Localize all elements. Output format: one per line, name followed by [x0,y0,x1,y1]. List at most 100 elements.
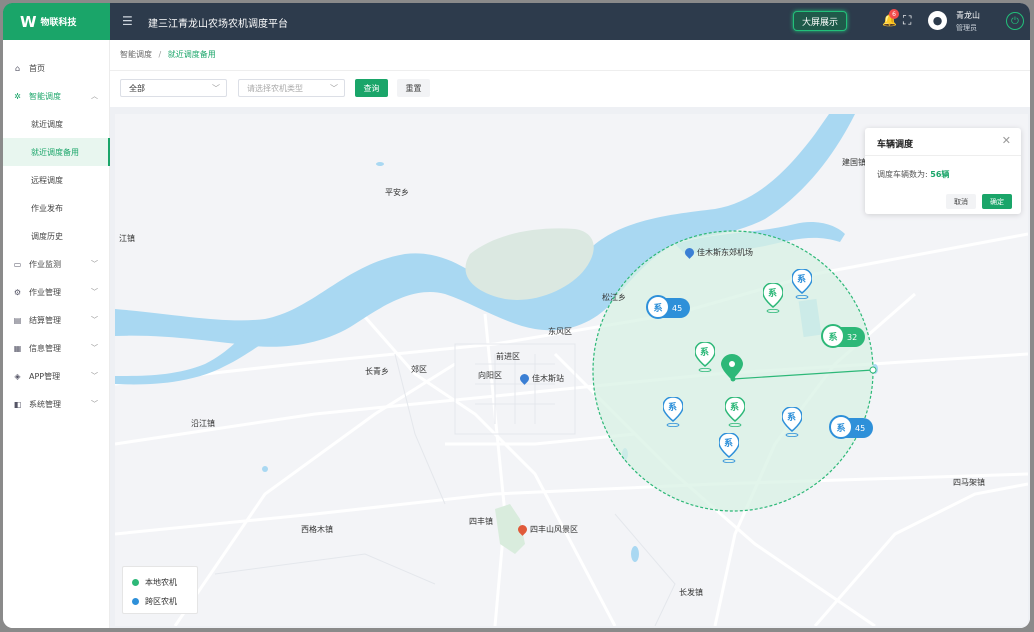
machine-marker-local[interactable]: 系 [762,282,784,314]
dialog-count-text: 调度车辆数为: 56辆 [877,169,949,180]
map-legend: 本地农机 跨区农机 [122,566,198,614]
cluster-cross-region[interactable]: 系 45 [646,295,691,319]
chevron-down-icon: ﹀ [91,288,98,296]
reset-button[interactable]: 重置 [397,79,430,97]
avatar[interactable]: ● [928,11,947,30]
marker-glyph: 系 [821,324,845,348]
sidebar-subitem-dispatch-history[interactable]: 调度历史 [3,222,110,250]
ledger-icon: ▤ [13,315,22,325]
divider [110,70,1030,71]
system-title: 建三江青龙山农场农机调度平台 [148,19,288,30]
logo: W 物联科技 [3,3,110,40]
sidebar-item-home[interactable]: ⌂ 首页 [3,54,110,82]
sidebar-subitem-label: 就近调度 [31,119,63,129]
sidebar-item-label: APP管理 [29,371,61,381]
fullscreen-icon[interactable]: ⛶ [903,13,911,28]
machine-marker-local[interactable]: 系 [694,341,716,373]
marker-glyph: 系 [768,289,778,299]
sidebar-item-label: 结算管理 [29,315,61,325]
sidebar-item-app[interactable]: ◈ APP管理 ﹀ [3,362,110,390]
sidebar-item-job-monitor[interactable]: ▭ 作业监测 ﹀ [3,250,110,278]
machine-marker-cross[interactable]: 系 [791,268,813,300]
machine-type-placeholder: 请选择农机类型 [247,83,303,93]
menu-toggle-icon[interactable]: ☰ [122,14,133,28]
monitor-icon: ▭ [13,259,22,269]
sidebar-item-job-manage[interactable]: ⚙ 作业管理 ﹀ [3,278,110,306]
chevron-down-icon: ﹀ [91,316,98,324]
sidebar-item-info[interactable]: ▦ 信息管理 ﹀ [3,334,110,362]
marker-glyph: 系 [797,275,807,285]
dialog-title: 车辆调度 [877,140,914,150]
machine-type-select[interactable]: 请选择农机类型 ﹀ [238,79,345,97]
sidebar-subitem-label: 就近调度备用 [31,147,79,157]
user-name[interactable]: 青龙山 [956,10,980,21]
sidebar-item-settlement[interactable]: ▤ 结算管理 ﹀ [3,306,110,334]
sidebar-subitem-nearby-dispatch[interactable]: 就近调度 [3,110,110,138]
sidebar-subitem-label: 远程调度 [31,175,63,185]
dispatch-icon: ✲ [14,91,21,101]
top-header: W 物联科技 ☰ 建三江青龙山农场农机调度平台 大屏展示 🔔 6 ⛶ ● 青龙山… [3,3,1030,40]
marker-glyph: 系 [668,403,678,413]
shield-icon: ◈ [14,371,21,381]
sidebar-item-smart-dispatch[interactable]: ✲ 智能调度 ︿ [3,82,110,110]
region-select-value: 全部 [129,83,145,93]
legend-label: 本地农机 [145,578,177,587]
marker-glyph: 系 [724,439,734,449]
sidebar-item-label: 首页 [29,63,45,73]
marker-glyph: 系 [700,348,710,358]
cluster-count: 45 [672,303,683,313]
legend-swatch-local [132,579,139,586]
marker-glyph: 系 [787,413,797,423]
legend-item-local: 本地农机 [132,577,177,588]
sidebar-subitem-remote-dispatch[interactable]: 远程调度 [3,166,110,194]
sidebar-item-label: 智能调度 [29,91,61,101]
machine-marker-cross[interactable]: 系 [718,432,740,464]
chevron-down-icon: ﹀ [91,260,98,268]
breadcrumb-separator: / [158,50,162,59]
cluster-local[interactable]: 系 32 [821,324,866,348]
machine-marker-cross[interactable]: 系 [781,406,803,438]
cluster-count: 45 [855,423,866,433]
query-button[interactable]: 查询 [355,79,388,97]
cancel-button[interactable]: 取消 [946,194,976,209]
home-icon: ⌂ [14,63,21,73]
machine-marker-cross[interactable]: 系 [662,396,684,428]
chevron-down-icon: ﹀ [91,344,98,352]
region-select[interactable]: 全部 ﹀ [120,79,227,97]
breadcrumb: 智能调度 / 就近调度备用 [120,49,216,60]
machine-marker-local[interactable]: 系 [724,396,746,428]
chevron-up-icon: ︿ [91,92,98,100]
logo-mark: W [20,12,37,31]
sidebar-item-label: 作业监测 [29,259,61,269]
chevron-down-icon: ﹀ [212,84,220,93]
logo-text: 物联科技 [40,18,77,28]
app-frame: W 物联科技 ☰ 建三江青龙山农场农机调度平台 大屏展示 🔔 6 ⛶ ● 青龙山… [3,3,1030,628]
sidebar-subitem-label: 调度历史 [31,231,63,241]
power-icon[interactable]: ⏻ [1006,12,1024,30]
chevron-down-icon: ﹀ [330,84,338,93]
system-icon: ◧ [13,399,22,409]
marker-glyph: 系 [730,403,740,413]
sidebar-subitem-job-publish[interactable]: 作业发布 [3,194,110,222]
info-icon: ▦ [13,343,22,353]
sidebar-item-label: 系统管理 [29,399,61,409]
chevron-down-icon: ﹀ [91,400,98,408]
marker-glyph: 系 [829,415,853,439]
confirm-button[interactable]: 确定 [982,194,1012,209]
dialog-count-label: 调度车辆数为: [877,170,928,179]
legend-item-cross-region: 跨区农机 [132,596,177,607]
vehicle-dispatch-dialog: 车辆调度 ✕ 调度车辆数为: 56辆 取消 确定 [865,128,1021,214]
chevron-down-icon: ﹀ [91,372,98,380]
dialog-count-value: 56辆 [930,170,950,179]
cluster-cross-region[interactable]: 系 45 [829,415,874,439]
cluster-count: 32 [847,332,858,342]
breadcrumb-parent[interactable]: 智能调度 [120,50,152,59]
legend-label: 跨区农机 [145,597,177,606]
sidebar-subitem-nearby-dispatch-backup[interactable]: 就近调度备用 [3,138,110,166]
sidebar-item-system[interactable]: ◧ 系统管理 ﹀ [3,390,110,418]
close-icon[interactable]: ✕ [1002,134,1011,147]
legend-swatch-cross-region [132,598,139,605]
user-role: 管理员 [956,24,977,32]
big-screen-button[interactable]: 大屏展示 [793,11,847,31]
breadcrumb-current: 就近调度备用 [167,50,216,59]
